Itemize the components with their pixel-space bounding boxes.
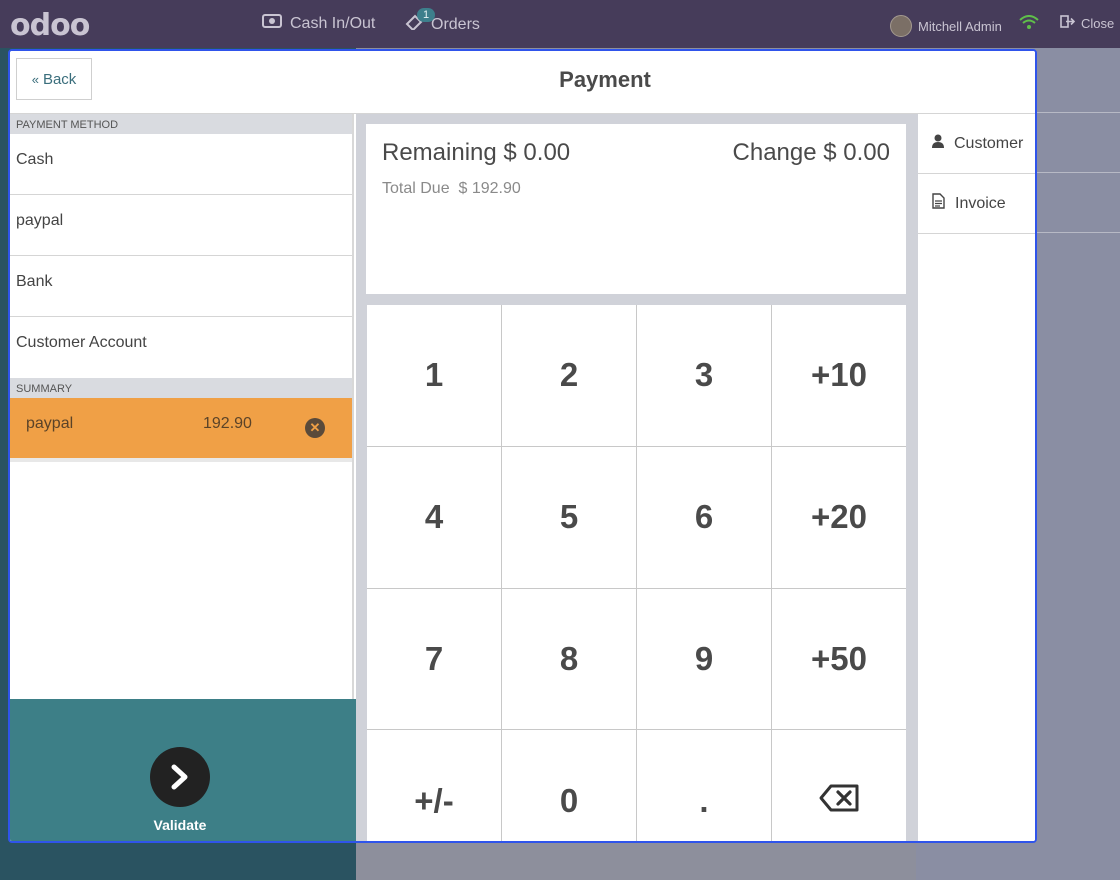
- close-button[interactable]: Close: [1060, 15, 1114, 31]
- file-icon: [932, 193, 945, 214]
- numpad: 1 2 3 +10 4 5 6 +20 7 8 9 +50 +/- 0 .: [367, 305, 906, 841]
- remaining-value: $ 0.00: [503, 139, 571, 166]
- invoice-label: Invoice: [955, 194, 1006, 212]
- change-value: $ 0.00: [823, 139, 890, 166]
- cash-icon: [262, 14, 282, 33]
- backspace-icon: [819, 782, 859, 820]
- avatar: [890, 15, 912, 37]
- summary-divider: [10, 458, 352, 462]
- payment-methods-panel: PAYMENT METHOD Cash paypal Bank Customer…: [10, 114, 358, 841]
- invoice-button[interactable]: Invoice: [918, 174, 1035, 234]
- payment-line-amount: 192.90: [203, 415, 252, 432]
- numpad-key-9[interactable]: 9: [637, 588, 771, 730]
- customer-label: Customer: [954, 134, 1024, 152]
- numpad-key-plus-10[interactable]: +10: [772, 305, 906, 446]
- validate-label: Validate: [153, 817, 207, 833]
- change-amount: Change $ 0.00: [733, 139, 890, 167]
- orders-label: Orders: [431, 15, 480, 33]
- ticket-icon: 1: [405, 8, 436, 35]
- numpad-key-1[interactable]: 1: [367, 305, 501, 446]
- numpad-key-plus-50[interactable]: +50: [772, 588, 906, 730]
- numpad-key-5[interactable]: 5: [502, 446, 636, 588]
- orders-badge: 1: [417, 8, 436, 22]
- payment-line-method: paypal: [26, 415, 74, 432]
- payment-method-cash[interactable]: Cash: [10, 134, 352, 195]
- cash-in-out-label: Cash In/Out: [290, 14, 376, 32]
- orders-button[interactable]: 1 Orders: [405, 8, 480, 35]
- user-icon: [932, 134, 944, 153]
- numpad-key-2[interactable]: 2: [502, 305, 636, 446]
- payment-line[interactable]: paypal 192.90 ✕: [10, 398, 352, 458]
- numpad-key-plus-20[interactable]: +20: [772, 446, 906, 588]
- numpad-key-8[interactable]: 8: [502, 588, 636, 730]
- payment-options-panel: Customer Invoice: [918, 114, 1035, 841]
- close-label: Close: [1081, 15, 1115, 31]
- remaining-amount: Remaining $ 0.00: [382, 139, 570, 167]
- total-due-value: $ 192.90: [458, 180, 521, 197]
- numpad-key-backspace[interactable]: [772, 730, 906, 841]
- payment-method-bank[interactable]: Bank: [10, 256, 352, 317]
- numpad-key-7[interactable]: 7: [367, 588, 501, 730]
- user-menu[interactable]: Mitchell Admin: [890, 15, 1002, 37]
- numpad-key-3[interactable]: 3: [637, 305, 771, 446]
- sign-out-icon: [1060, 15, 1076, 31]
- chevron-right-icon: [150, 747, 210, 807]
- numpad-key-4[interactable]: 4: [367, 446, 501, 588]
- wifi-icon: [1019, 15, 1039, 29]
- total-due: Total Due $ 192.90: [382, 180, 521, 198]
- numpad-key-plus-minus[interactable]: +/-: [367, 730, 501, 841]
- customer-button[interactable]: Customer: [918, 114, 1035, 174]
- delete-payment-line-icon[interactable]: ✕: [305, 418, 325, 438]
- payment-center-panel: Remaining $ 0.00 Change $ 0.00 Total Due…: [356, 114, 918, 841]
- numpad-key-decimal[interactable]: .: [637, 730, 771, 841]
- change-label: Change: [732, 139, 817, 166]
- payment-method-heading: PAYMENT METHOD: [10, 114, 352, 134]
- payment-screen: « Back Payment PAYMENT METHOD Cash paypa…: [8, 49, 1037, 843]
- summary-heading: SUMMARY: [10, 378, 352, 398]
- top-bar: odoo Cash In/Out 1 Orders Mitchell Admin…: [0, 0, 1120, 48]
- numpad-key-6[interactable]: 6: [637, 446, 771, 588]
- payment-status: Remaining $ 0.00 Change $ 0.00 Total Due…: [366, 124, 906, 294]
- payment-header: « Back Payment: [10, 51, 1035, 114]
- validate-button[interactable]: Validate: [10, 699, 358, 841]
- cash-in-out-button[interactable]: Cash In/Out: [262, 14, 375, 33]
- remaining-label: Remaining: [382, 139, 497, 166]
- user-name: Mitchell Admin: [918, 18, 1002, 34]
- background-right-lines: [1037, 112, 1120, 233]
- page-title: Payment: [559, 67, 651, 92]
- numpad-key-0[interactable]: 0: [502, 730, 636, 841]
- payment-method-customer-account[interactable]: Customer Account: [10, 317, 352, 378]
- payment-method-paypal[interactable]: paypal: [10, 195, 352, 256]
- odoo-logo: odoo: [10, 8, 90, 43]
- total-due-label: Total Due: [382, 180, 450, 197]
